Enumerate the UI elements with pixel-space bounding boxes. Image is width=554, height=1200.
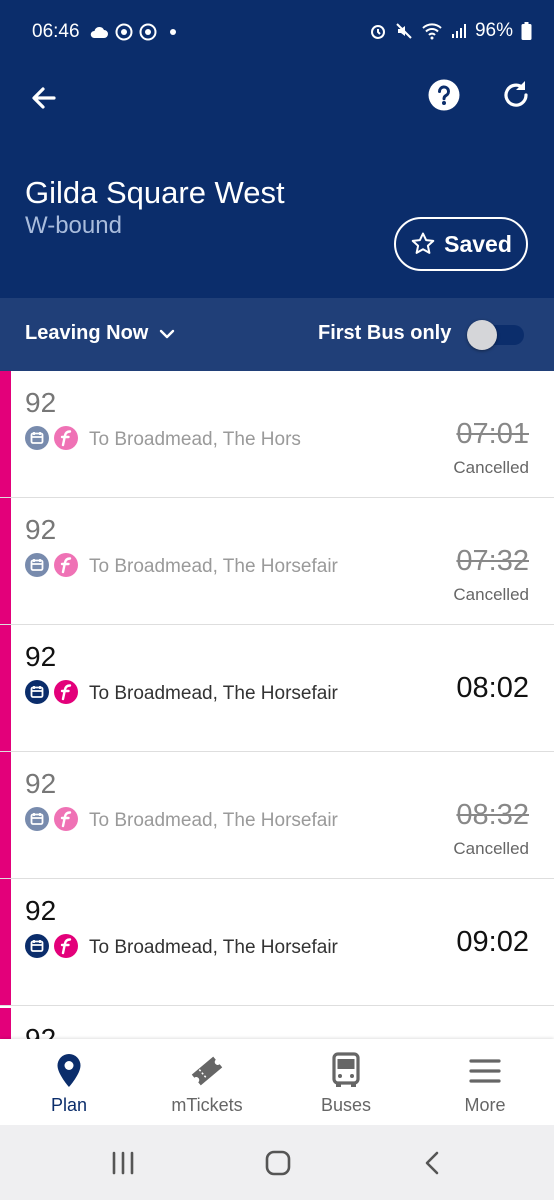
departure-row[interactable]: 92 To Broadmead, The Horsefair 08:32 Can… xyxy=(0,752,554,879)
nav-more-label: More xyxy=(464,1095,506,1115)
operator-stripe xyxy=(0,498,11,624)
battery-percent: 96% xyxy=(474,20,513,41)
destination: To Broadmead, The Horsefair xyxy=(89,683,338,704)
help-icon[interactable] xyxy=(424,76,464,116)
destination: To Broadmead, The Horsefair xyxy=(89,556,338,577)
nav-buses[interactable]: Buses xyxy=(277,1039,415,1125)
nav-plan[interactable]: Plan xyxy=(0,1039,138,1125)
departure-status: Cancelled xyxy=(453,458,529,477)
timetable-icon xyxy=(25,553,49,577)
departure-time: 07:01 xyxy=(456,418,529,450)
cloud-icon xyxy=(90,26,108,38)
departure-row[interactable]: 92 To Broadmead, The Hors 07:01 Cancelle… xyxy=(0,371,554,498)
battery-icon xyxy=(521,22,532,40)
operator-stripe xyxy=(0,625,11,751)
operator-stripe xyxy=(0,1008,11,1039)
map-pin-icon xyxy=(57,1054,81,1087)
alarm-icon xyxy=(370,25,385,39)
departure-time: 08:32 xyxy=(456,799,529,831)
nav-buses-label: Buses xyxy=(320,1095,372,1115)
destination: To Broadmead, The Horsefair xyxy=(89,937,338,958)
stop-name: Gilda Square West xyxy=(25,175,285,210)
status-time: 06:46 xyxy=(32,21,80,42)
departure-row[interactable]: 92 To Broadmead, The Horsefair 07:32 Can… xyxy=(0,498,554,625)
wifi-icon xyxy=(422,23,442,40)
departure-row[interactable]: 92 xyxy=(0,1008,554,1039)
mute-icon xyxy=(396,23,412,39)
nav-plan-label: Plan xyxy=(50,1095,88,1115)
home-icon[interactable] xyxy=(258,1148,298,1178)
timetable-icon xyxy=(25,426,49,450)
operator-stripe xyxy=(0,371,11,497)
app-notification-icon xyxy=(115,23,133,41)
status-bar: 06:46 96% xyxy=(0,0,554,50)
route-number: 92 xyxy=(25,641,57,672)
app-notification-icon xyxy=(139,23,157,41)
departure-row[interactable]: 92 To Broadmead, The Horsefair 09:02 xyxy=(0,879,554,1006)
bottom-nav: Plan mTickets Buses More xyxy=(0,1039,554,1125)
system-back-icon[interactable] xyxy=(413,1148,453,1178)
destination: To Broadmead, The Hors xyxy=(89,429,301,450)
first-bus-logo-icon xyxy=(54,934,78,958)
departure-status: Cancelled xyxy=(453,839,529,858)
menu-icon xyxy=(469,1059,501,1083)
timetable-icon xyxy=(25,680,49,704)
nav-mtickets-label: mTickets xyxy=(171,1095,243,1115)
saved-button[interactable]: Saved xyxy=(394,217,528,271)
ticket-icon xyxy=(191,1056,223,1086)
bus-icon xyxy=(332,1052,360,1087)
filter-bar: Leaving Now First Bus only xyxy=(0,298,554,371)
route-number: 92 xyxy=(25,1023,57,1039)
chevron-down-icon xyxy=(160,329,175,338)
first-bus-logo-icon xyxy=(54,807,78,831)
destination: To Broadmead, The Horsefair xyxy=(89,810,338,831)
signal-icon xyxy=(451,24,466,38)
back-arrow-icon[interactable] xyxy=(24,78,64,118)
saved-label: Saved xyxy=(444,230,512,257)
timetable-icon xyxy=(25,934,49,958)
nav-mtickets[interactable]: mTickets xyxy=(138,1039,276,1125)
star-icon xyxy=(411,232,435,254)
route-number: 92 xyxy=(25,387,57,418)
system-nav-bar xyxy=(0,1125,554,1200)
stop-direction: W-bound xyxy=(25,212,122,239)
recent-apps-icon[interactable] xyxy=(103,1148,143,1178)
first-bus-logo-icon xyxy=(54,426,78,450)
route-number: 92 xyxy=(25,895,57,926)
first-bus-only-label: First Bus only xyxy=(318,322,452,344)
first-bus-logo-icon xyxy=(54,553,78,577)
departure-time: 07:32 xyxy=(456,545,529,577)
timetable-icon xyxy=(25,807,49,831)
departure-status: Cancelled xyxy=(453,585,529,604)
departure-time: 08:02 xyxy=(456,672,529,704)
stop-header: Gilda Square West W-bound Saved xyxy=(0,50,554,298)
nav-more[interactable]: More xyxy=(416,1039,554,1125)
operator-stripe xyxy=(0,752,11,878)
route-number: 92 xyxy=(25,514,57,545)
dot-icon xyxy=(170,29,176,35)
departure-row[interactable]: 92 To Broadmead, The Horsefair 08:02 xyxy=(0,625,554,752)
departure-time: 09:02 xyxy=(456,926,529,958)
first-bus-only-toggle[interactable] xyxy=(467,319,524,350)
leaving-now-label: Leaving Now xyxy=(25,322,149,344)
operator-stripe xyxy=(0,879,11,1005)
first-bus-logo-icon xyxy=(54,680,78,704)
refresh-icon[interactable] xyxy=(497,76,537,116)
route-number: 92 xyxy=(25,768,57,799)
departures-list: 92 To Broadmead, The Hors 07:01 Cancelle… xyxy=(0,371,554,1039)
leaving-now-dropdown[interactable]: Leaving Now xyxy=(25,322,176,345)
